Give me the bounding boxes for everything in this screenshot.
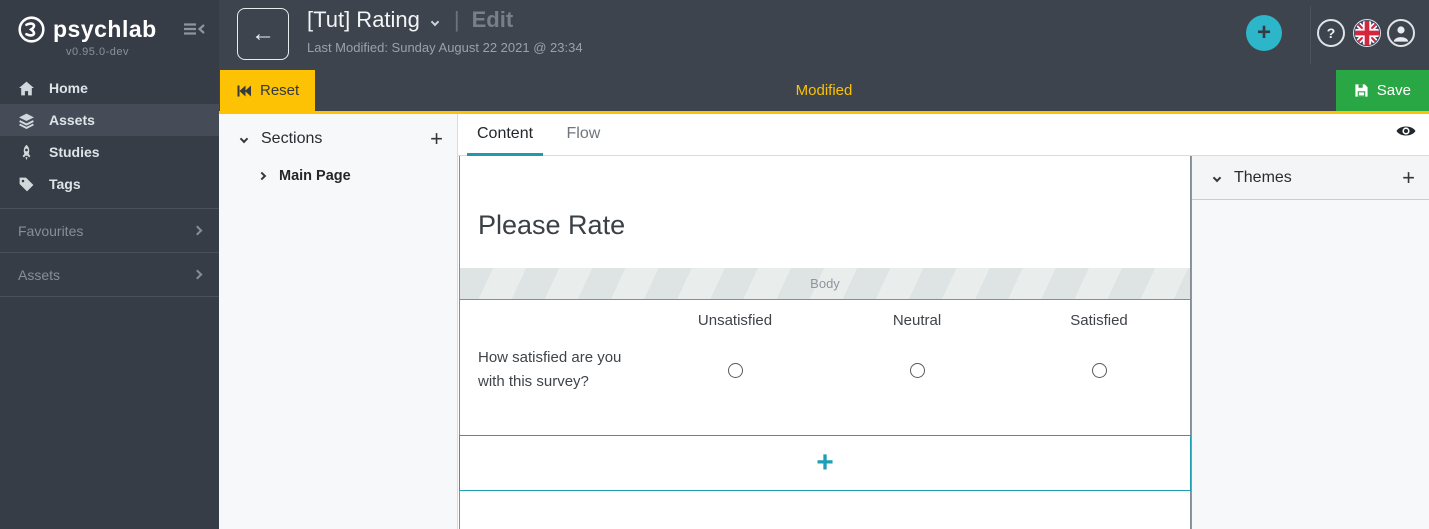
sidebar-item-label: Tags <box>49 176 81 192</box>
rating-question-row: How satisfied are you with this survey? <box>460 346 1190 394</box>
sidebar-collapse-icon[interactable] <box>183 21 205 39</box>
add-section-button[interactable]: + <box>430 128 443 150</box>
page-canvas: Please Rate Body Unsatisfied Neutral Sat… <box>459 156 1191 529</box>
workspace: Content Flow Please Rate Body Unsatisfie… <box>458 114 1429 529</box>
sidebar-item-tags[interactable]: Tags <box>0 168 219 200</box>
title-separator: | <box>453 7 460 32</box>
layers-icon <box>18 112 35 129</box>
sidebar-item-home[interactable]: Home <box>0 72 219 104</box>
section-item-main-page[interactable]: Main Page <box>219 148 457 184</box>
sidebar-item-label: Assets <box>49 112 95 128</box>
rating-column-header: Satisfied <box>1070 312 1128 329</box>
sidebar-group-label: Assets <box>18 266 61 283</box>
chevron-right-icon <box>192 225 203 236</box>
plus-icon: + <box>816 446 834 479</box>
back-button[interactable]: ← <box>237 8 289 60</box>
app-title: psychlab <box>53 16 157 42</box>
tab-bar: Content Flow <box>458 114 1429 156</box>
radio-neutral[interactable] <box>909 362 925 378</box>
tab-flow[interactable]: Flow <box>557 114 611 155</box>
sidebar-group-label: Favourites <box>18 222 84 239</box>
rating-column-header: Unsatisfied <box>697 312 773 329</box>
chevron-right-icon <box>257 171 267 181</box>
chevron-right-icon <box>192 269 203 280</box>
mode-label: Edit <box>471 7 514 32</box>
tab-content[interactable]: Content <box>467 114 544 156</box>
save-button-label: Save <box>1376 82 1411 99</box>
reset-button[interactable]: Reset <box>220 70 316 111</box>
sections-panel-title: Sections <box>261 130 323 147</box>
body-placeholder-component[interactable]: Body <box>460 268 1190 299</box>
help-button[interactable]: ? <box>1317 19 1345 47</box>
rocket-icon <box>18 144 35 161</box>
save-button[interactable]: Save <box>1335 70 1429 111</box>
canvas-header-section: Please Rate Body <box>460 156 1190 300</box>
rating-column-header: Neutral <box>892 312 942 329</box>
app-version: v0.95.0-dev <box>66 46 129 58</box>
status-badge: Modified <box>795 82 853 99</box>
sections-collapse-chevron-icon[interactable] <box>239 134 249 144</box>
sidebar-item-label: Home <box>49 80 88 96</box>
preview-eye-icon[interactable] <box>1396 124 1416 144</box>
section-item-label: Main Page <box>279 168 351 184</box>
top-header-bar: ← [Tut] Rating | Edit Last Modified: Sun… <box>219 0 1429 70</box>
sidebar-item-assets[interactable]: Assets <box>0 104 219 136</box>
sidebar: psychlab v0.95.0-dev Home Assets Studies… <box>0 0 219 529</box>
add-component-button[interactable]: + <box>459 435 1191 491</box>
tag-icon <box>18 176 35 193</box>
sidebar-item-label: Studies <box>49 144 100 160</box>
survey-heading-component[interactable]: Please Rate <box>478 210 625 241</box>
header-divider <box>1310 6 1311 64</box>
reset-button-label: Reset <box>260 82 300 99</box>
themes-collapse-chevron-icon[interactable] <box>1212 173 1222 182</box>
add-asset-button[interactable]: + <box>1246 15 1282 51</box>
language-flag-icon[interactable] <box>1353 19 1381 47</box>
sidebar-group-favourites[interactable]: Favourites <box>0 209 219 253</box>
radio-unsatisfied[interactable] <box>727 362 743 378</box>
body-placeholder-label: Body <box>810 276 840 291</box>
sidebar-group-assets[interactable]: Assets <box>0 253 219 297</box>
edit-toolbar: Reset Modified Save <box>219 70 1429 114</box>
themes-panel-title: Themes <box>1234 168 1292 186</box>
sections-panel: Sections + Main Page <box>219 114 458 529</box>
last-modified-text: Last Modified: Sunday August 22 2021 @ 2… <box>307 40 583 55</box>
home-icon <box>18 80 35 97</box>
rating-table-component: Unsatisfied Neutral Satisfied How satisf… <box>460 300 1190 435</box>
sidebar-item-studies[interactable]: Studies <box>0 136 219 168</box>
radio-satisfied[interactable] <box>1091 362 1107 378</box>
user-account-icon[interactable] <box>1387 19 1415 47</box>
themes-panel: Themes + <box>1191 156 1429 529</box>
rating-question-label: How satisfied are you with this survey? <box>478 349 622 390</box>
psychlab-logo-icon <box>18 16 45 43</box>
rating-header-row: Unsatisfied Neutral Satisfied <box>460 312 1190 329</box>
rewind-icon <box>236 83 252 99</box>
title-dropdown-chevron-icon[interactable] <box>430 17 440 27</box>
add-theme-button[interactable]: + <box>1402 166 1415 188</box>
page-title[interactable]: [Tut] Rating <box>307 7 420 33</box>
save-icon <box>1354 83 1369 98</box>
